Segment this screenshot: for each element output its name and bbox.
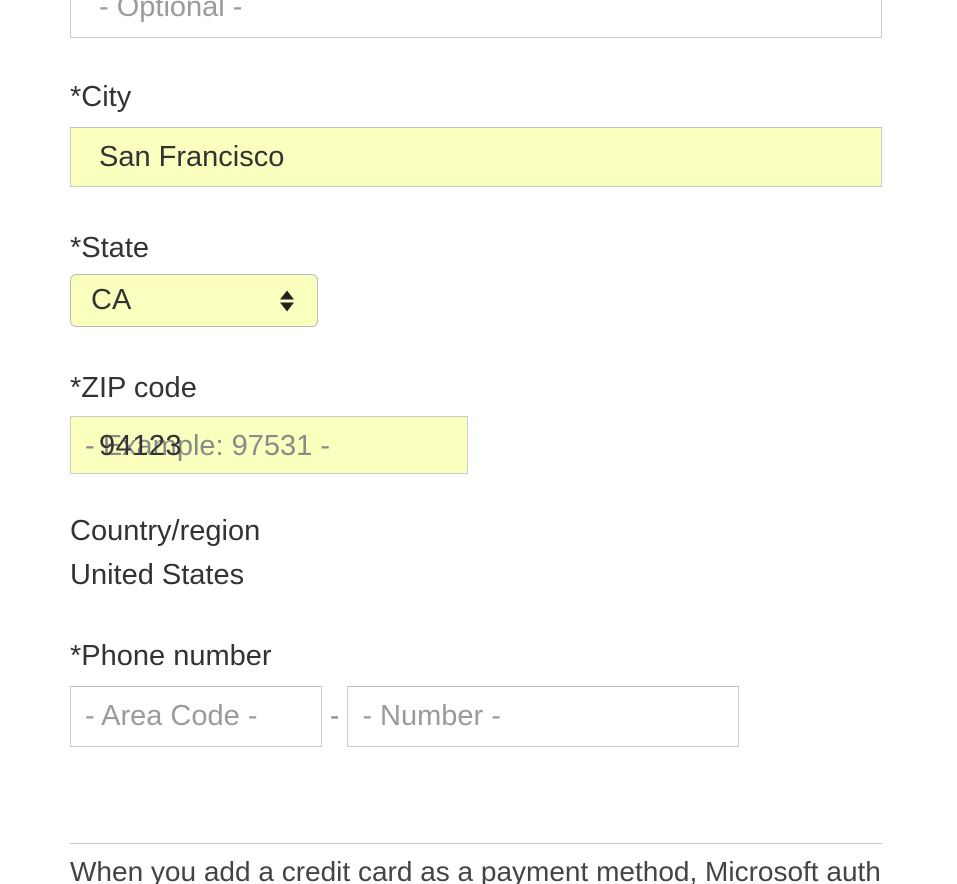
state-field: *State CA — [70, 231, 957, 327]
phone-field: *Phone number - — [70, 639, 957, 747]
zip-label: *ZIP code — [70, 371, 957, 406]
city-field: *City — [70, 80, 957, 188]
footer-area: When you add a credit card as a payment … — [70, 843, 957, 884]
phone-number-input[interactable] — [347, 686, 739, 747]
city-label: *City — [70, 80, 957, 115]
footer-text: When you add a credit card as a payment … — [70, 854, 882, 884]
country-value: United States — [70, 555, 957, 596]
divider — [70, 843, 882, 844]
country-field: Country/region United States — [70, 514, 957, 595]
city-input[interactable] — [70, 127, 882, 188]
country-label: Country/region — [70, 514, 957, 549]
optional-input[interactable] — [70, 0, 882, 38]
zip-field: *ZIP code - Example: 97531 - 94123 — [70, 371, 957, 474]
phone-separator: - — [322, 700, 347, 732]
optional-field — [70, 0, 957, 38]
phone-row: - — [70, 686, 957, 747]
zip-input[interactable]: - Example: 97531 - 94123 — [70, 416, 468, 474]
state-select-wrap: CA — [70, 274, 318, 327]
zip-value: 94123 — [71, 417, 467, 473]
state-label: *State — [70, 231, 957, 266]
phone-label: *Phone number — [70, 639, 957, 674]
payment-form: *City *State CA *ZIP code - Example: 975… — [0, 0, 957, 884]
state-select[interactable]: CA — [70, 274, 318, 327]
area-code-input[interactable] — [70, 686, 322, 747]
